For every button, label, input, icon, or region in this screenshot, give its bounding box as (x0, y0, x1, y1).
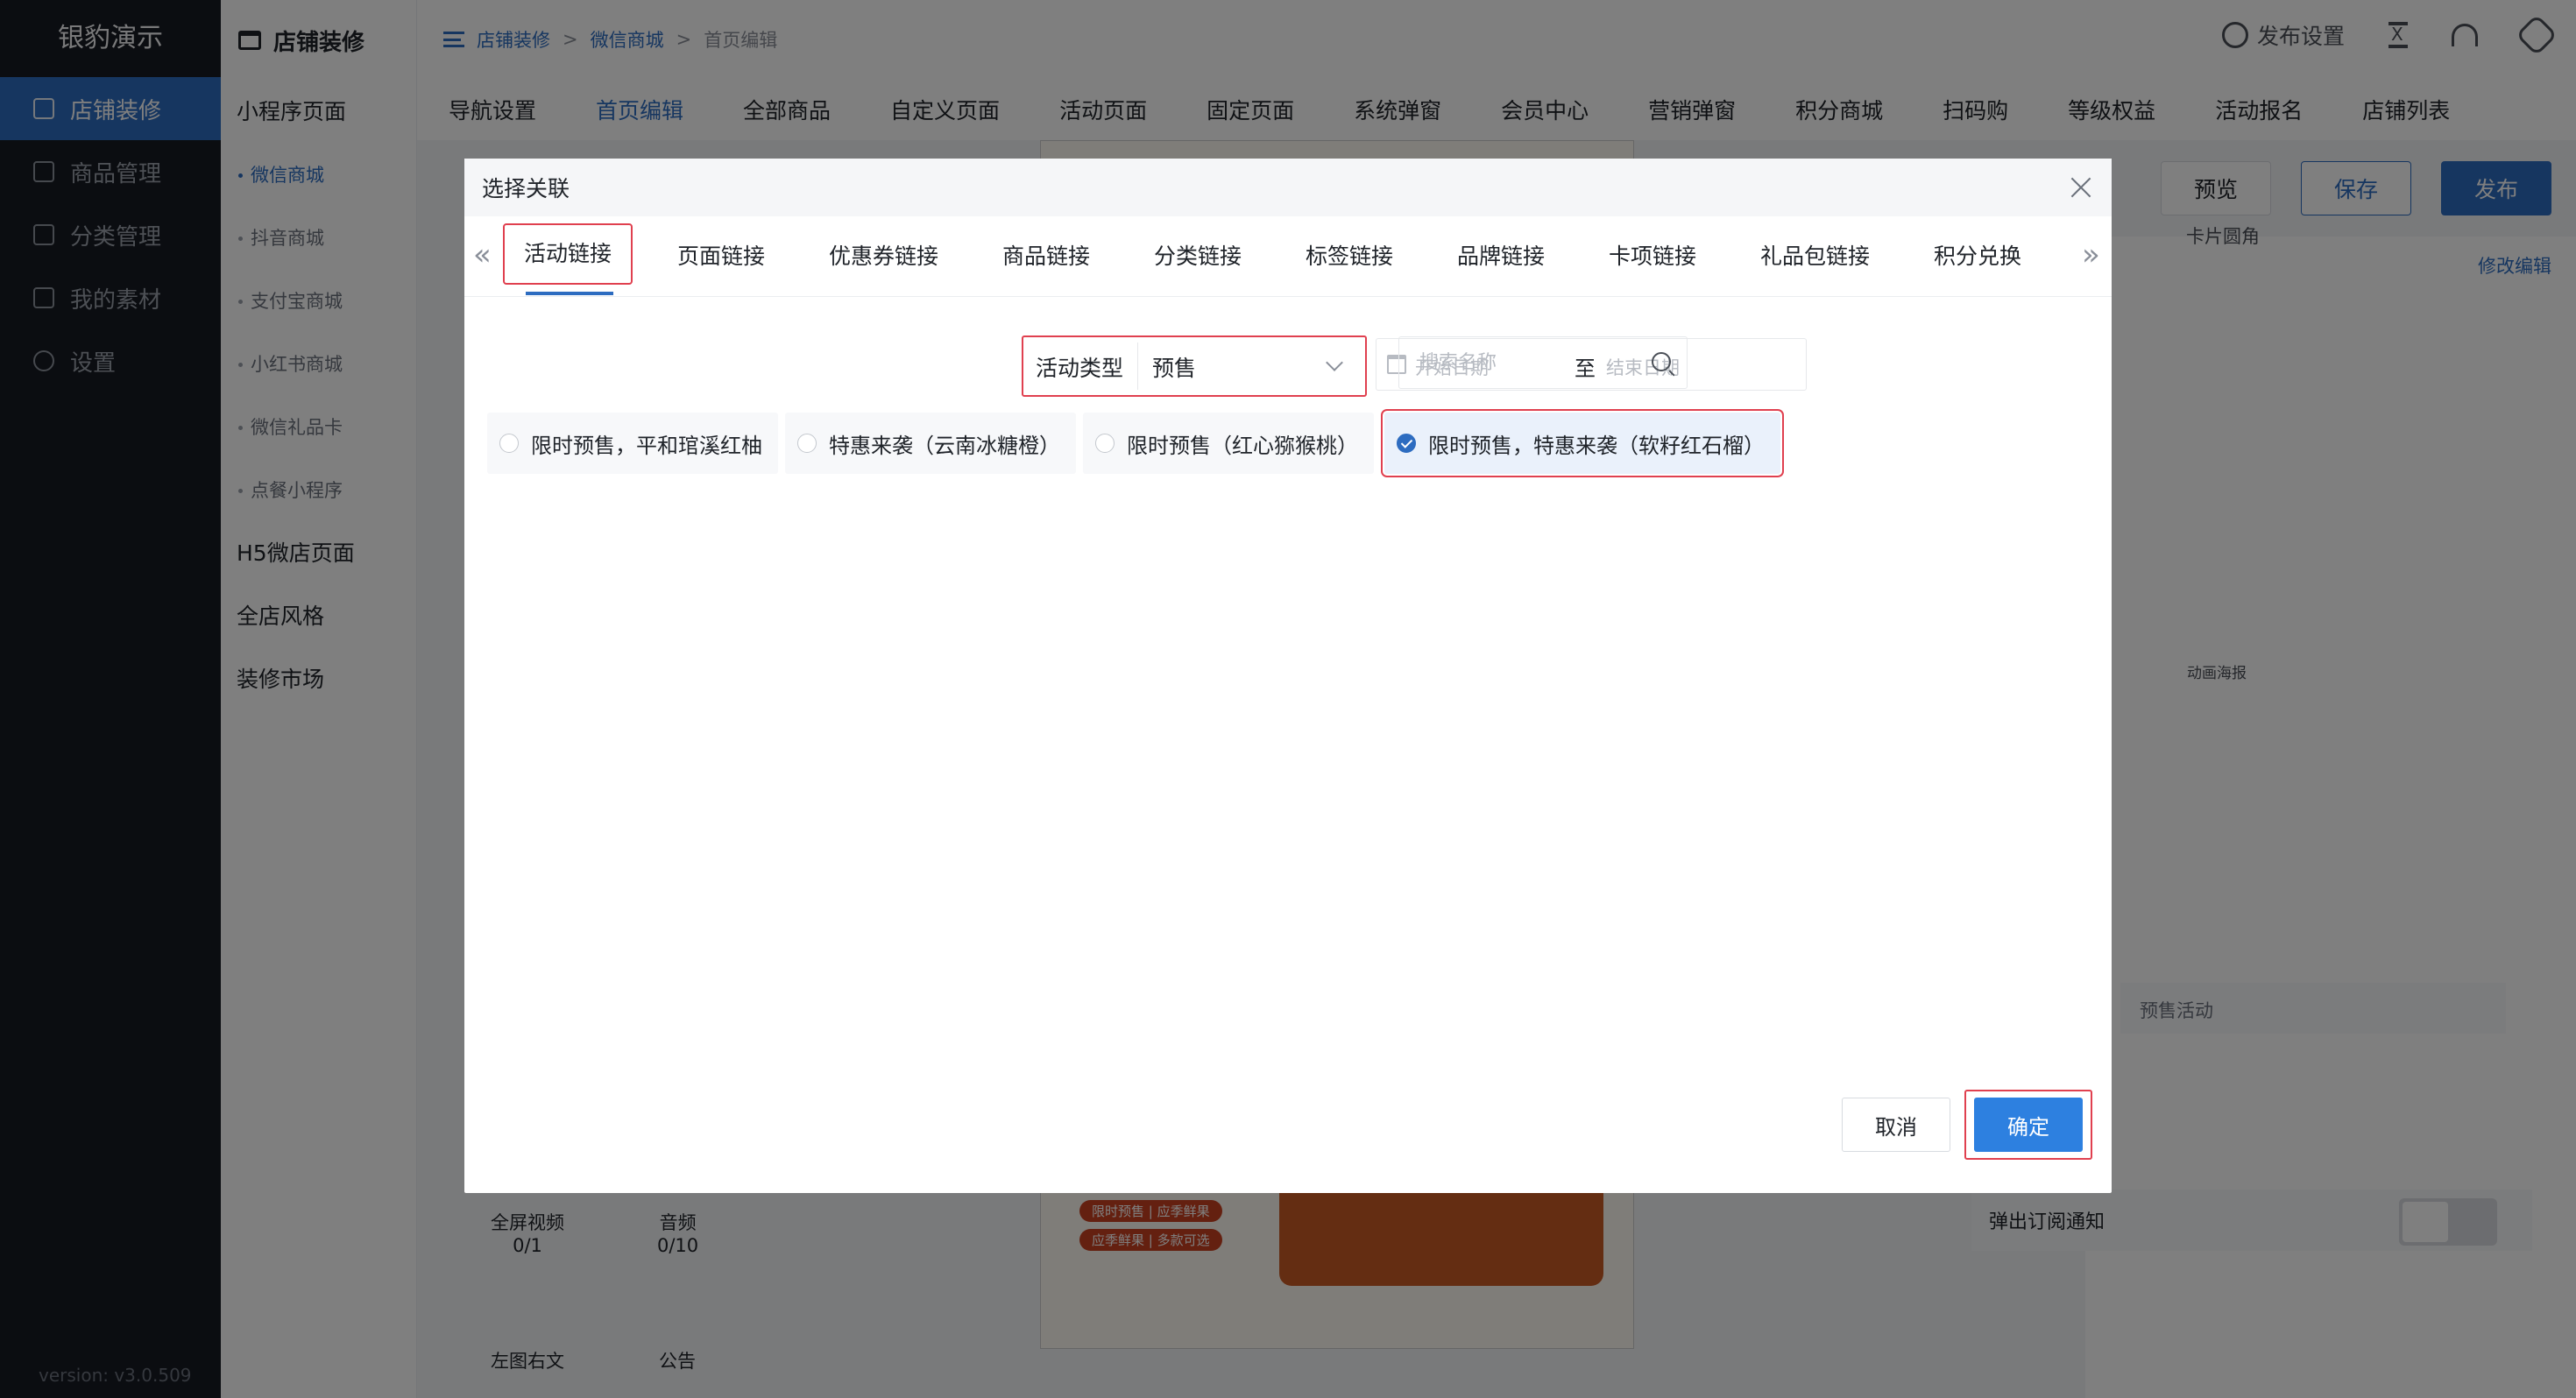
tabs-prev-icon[interactable]: « (473, 237, 492, 272)
search-field (1398, 336, 1688, 389)
radio-button[interactable] (499, 434, 519, 453)
option-item[interactable]: 特惠来袭（云南冰糖橙） (785, 413, 1076, 474)
option-item[interactable]: 限时预售（红心猕猴桃） (1083, 413, 1374, 474)
tab-gift-link[interactable]: 礼品包链接 (1760, 234, 1870, 279)
confirm-button-highlight: 确定 (1964, 1090, 2092, 1160)
active-tab-underline (526, 292, 613, 295)
option-item-selected[interactable]: 限时预售，特惠来袭（软籽红石榴） (1381, 409, 1784, 477)
option-label: 特惠来袭（云南冰糖橙） (829, 433, 1060, 458)
activity-type-label: 活动类型 (1036, 356, 1124, 381)
dialog-title: 选择关联 (482, 176, 570, 201)
confirm-button[interactable]: 确定 (1974, 1098, 2083, 1152)
tab-brand-link[interactable]: 品牌链接 (1457, 234, 1545, 279)
radio-button[interactable] (1095, 434, 1115, 453)
cancel-button[interactable]: 取消 (1842, 1098, 1950, 1152)
activity-type-value: 预售 (1152, 356, 1197, 381)
select-link-dialog: 选择关联 « 活动链接 页面链接 优惠券链接 商品链接 分类链接 标签链接 品牌… (464, 159, 2112, 1193)
tab-card-link[interactable]: 卡项链接 (1609, 234, 1696, 279)
tab-coupon-link[interactable]: 优惠券链接 (829, 234, 938, 279)
option-item[interactable]: 限时预售，平和琯溪红柚 (487, 413, 778, 474)
option-label: 限时预售，特惠来袭（软籽红石榴） (1428, 433, 1765, 458)
tab-points-exchange[interactable]: 积分兑换 (1934, 234, 2021, 279)
tab-tag-link[interactable]: 标签链接 (1306, 234, 1393, 279)
radio-button[interactable] (797, 434, 817, 453)
radio-button-checked[interactable] (1397, 434, 1416, 453)
search-icon[interactable] (1652, 352, 1671, 371)
tab-activity-link[interactable]: 活动链接 (503, 223, 633, 285)
dialog-footer: 取消 确定 (1842, 1090, 2092, 1160)
activity-type-dropdown[interactable]: 预售 (1137, 342, 1356, 390)
link-type-tabs: « 活动链接 页面链接 优惠券链接 商品链接 分类链接 标签链接 品牌链接 卡项… (464, 216, 2112, 297)
activity-type-select[interactable]: 活动类型 预售 (1022, 335, 1367, 397)
close-icon[interactable] (2070, 176, 2092, 199)
tabs-next-icon[interactable]: » (2082, 237, 2100, 272)
option-label: 限时预售，平和琯溪红柚 (531, 433, 762, 458)
option-label: 限时预售（红心猕猴桃） (1127, 433, 1358, 458)
chevron-down-icon (1326, 354, 1343, 371)
dialog-header: 选择关联 (464, 159, 2112, 216)
tab-category-link[interactable]: 分类链接 (1154, 234, 1242, 279)
tab-page-link[interactable]: 页面链接 (677, 234, 765, 279)
tab-product-link[interactable]: 商品链接 (1002, 234, 1090, 279)
search-input[interactable] (1400, 338, 1637, 387)
